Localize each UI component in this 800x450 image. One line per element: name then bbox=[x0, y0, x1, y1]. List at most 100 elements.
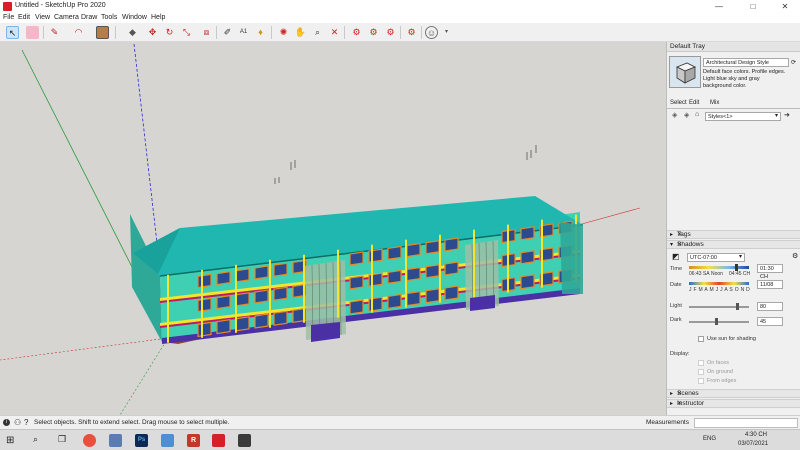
account-icon[interactable]: ☺ bbox=[425, 26, 438, 39]
update-style-icon[interactable]: ⟳ bbox=[791, 59, 796, 66]
window-title: Untitled - SketchUp Pro 2020 bbox=[15, 2, 106, 9]
close-panel-icon[interactable]: ✕ bbox=[677, 241, 797, 248]
measurements-label: Measurements bbox=[646, 419, 689, 426]
date-input[interactable]: 11/08 bbox=[757, 280, 783, 289]
photoshop-icon[interactable]: Ps bbox=[135, 434, 148, 447]
light-slider-thumb[interactable] bbox=[736, 303, 739, 310]
zoom-tool-icon[interactable]: ⌕ bbox=[311, 26, 324, 39]
rectangle-tool-icon[interactable] bbox=[96, 26, 109, 39]
time-slider-thumb[interactable] bbox=[735, 264, 739, 271]
menu-tools[interactable]: Tools bbox=[101, 14, 117, 21]
windows-taskbar: ⊞ ⌕ ❐ Ps R ENG 4:30 CH 03/07/2021 bbox=[0, 429, 800, 450]
forward-icon[interactable]: ◈ bbox=[684, 111, 689, 119]
select-tool-icon[interactable]: ↖ bbox=[6, 26, 19, 39]
shadows-panel-header[interactable]: ▾ Shadows ✕ bbox=[667, 240, 800, 249]
window bbox=[197, 273, 212, 289]
close-panel-icon[interactable]: ✕ bbox=[677, 390, 797, 397]
arc-tool-icon[interactable]: ◠ bbox=[72, 26, 85, 39]
close-panel-icon[interactable]: ✕ bbox=[677, 400, 797, 407]
scale-tool-icon[interactable]: ⤡ bbox=[180, 26, 193, 39]
pan-tool-icon[interactable]: ✋ bbox=[294, 26, 307, 39]
home-icon[interactable]: ⌂ bbox=[695, 111, 699, 118]
menu-file[interactable]: File bbox=[3, 14, 14, 21]
styles-dropdown[interactable]: Styles<1> bbox=[705, 112, 781, 121]
chevron-down-icon[interactable]: ▾ bbox=[739, 253, 742, 260]
tape-measure-icon[interactable]: ✐ bbox=[221, 26, 234, 39]
zoom-extents-icon[interactable]: ✕ bbox=[328, 26, 341, 39]
user-icon[interactable]: ⚇ bbox=[14, 418, 21, 427]
chevron-down-icon[interactable]: ▾ bbox=[440, 26, 453, 39]
revit-icon[interactable]: R bbox=[187, 434, 200, 447]
date-slider-track[interactable] bbox=[689, 282, 749, 285]
app-icon[interactable] bbox=[238, 434, 251, 447]
chrome-icon[interactable] bbox=[83, 434, 96, 447]
status-message: Select objects. Shift to extend select. … bbox=[34, 419, 230, 426]
timezone-select[interactable]: UTC-07:00 bbox=[687, 253, 745, 262]
push-pull-tool-icon[interactable]: ◆ bbox=[126, 26, 139, 39]
share-model-icon[interactable]: ⚙ bbox=[367, 26, 380, 39]
menu-draw[interactable]: Draw bbox=[81, 14, 97, 21]
search-icon[interactable]: ⌕ bbox=[33, 434, 38, 445]
tab-edit[interactable]: Edit bbox=[689, 100, 699, 106]
instructor-panel-header[interactable]: ▸ Instructor ✕ bbox=[667, 399, 800, 408]
extension-warehouse-icon[interactable]: ⚙ bbox=[384, 26, 397, 39]
warehouse-icon[interactable]: ⚙ bbox=[350, 26, 363, 39]
months-label: J F M A M J J A S O N D bbox=[689, 287, 751, 293]
on-ground-checkbox[interactable] bbox=[698, 369, 704, 375]
back-icon[interactable]: ◈ bbox=[672, 111, 677, 119]
window bbox=[406, 290, 421, 307]
taskbar-lang[interactable]: ENG bbox=[703, 436, 716, 442]
chevron-down-icon[interactable]: ▾ bbox=[775, 112, 778, 119]
window bbox=[368, 248, 383, 263]
light-label: Light bbox=[670, 303, 682, 309]
close-button[interactable]: ✕ bbox=[772, 1, 798, 12]
info-icon[interactable]: i bbox=[3, 419, 10, 426]
sketchup-taskbar-icon[interactable] bbox=[212, 434, 225, 447]
extension-manager-icon[interactable]: ⚙ bbox=[405, 26, 418, 39]
tab-select[interactable]: Select bbox=[670, 100, 687, 106]
tab-mix[interactable]: Mix bbox=[710, 100, 719, 106]
help-icon[interactable]: ? bbox=[24, 418, 28, 427]
offset-tool-icon[interactable]: ⧈ bbox=[200, 26, 213, 39]
text-tool-icon[interactable]: A1 bbox=[237, 26, 250, 39]
model-viewport[interactable] bbox=[0, 42, 666, 415]
scenes-panel-header[interactable]: ▸ Scenes ✕ bbox=[667, 389, 800, 398]
measurements-input[interactable] bbox=[694, 418, 798, 428]
task-view-icon[interactable]: ❐ bbox=[58, 434, 66, 445]
dark-slider-thumb[interactable] bbox=[715, 318, 718, 325]
tags-panel-header[interactable]: ▸ Tags ✕ bbox=[667, 230, 800, 239]
window bbox=[425, 264, 440, 279]
use-sun-checkbox[interactable] bbox=[698, 336, 704, 342]
time-slider-track[interactable] bbox=[689, 266, 749, 269]
from-edges-checkbox[interactable] bbox=[698, 378, 704, 384]
menu-help[interactable]: Help bbox=[151, 14, 165, 21]
menu-view[interactable]: View bbox=[35, 14, 50, 21]
close-panel-icon[interactable]: ✕ bbox=[677, 231, 797, 238]
dark-slider-track[interactable] bbox=[689, 321, 749, 323]
line-tool-icon[interactable]: ✎ bbox=[48, 26, 61, 39]
dark-input[interactable]: 45 bbox=[757, 317, 783, 326]
menu-edit[interactable]: Edit bbox=[18, 14, 30, 21]
orbit-tool-icon[interactable]: ✺ bbox=[277, 26, 290, 39]
light-input[interactable]: 80 bbox=[757, 302, 783, 311]
shadow-settings-icon[interactable]: ⚙ bbox=[792, 252, 798, 260]
window bbox=[387, 269, 402, 285]
windows-start-icon[interactable]: ⊞ bbox=[6, 435, 17, 446]
details-arrow-icon[interactable]: ➜ bbox=[784, 111, 790, 119]
rotate-tool-icon[interactable]: ↻ bbox=[163, 26, 176, 39]
menu-window[interactable]: Window bbox=[122, 14, 147, 21]
menu-camera[interactable]: Camera bbox=[54, 14, 79, 21]
explorer-icon[interactable] bbox=[161, 434, 174, 447]
eraser-tool-icon[interactable] bbox=[26, 26, 39, 39]
minimize-button[interactable]: — bbox=[706, 1, 732, 12]
maximize-button[interactable]: □ bbox=[740, 1, 766, 12]
light-slider-track[interactable] bbox=[689, 306, 749, 308]
window bbox=[235, 268, 250, 283]
on-faces-checkbox[interactable] bbox=[698, 360, 704, 366]
shadow-toggle-icon[interactable]: ◩ bbox=[672, 252, 680, 261]
app-icon[interactable] bbox=[109, 434, 122, 447]
move-tool-icon[interactable]: ✥ bbox=[146, 26, 159, 39]
style-name-field[interactable]: Architectural Design Style bbox=[703, 58, 789, 67]
time-input[interactable]: 01:30 CH bbox=[757, 264, 783, 280]
paint-bucket-icon[interactable]: ♦ bbox=[254, 26, 267, 39]
